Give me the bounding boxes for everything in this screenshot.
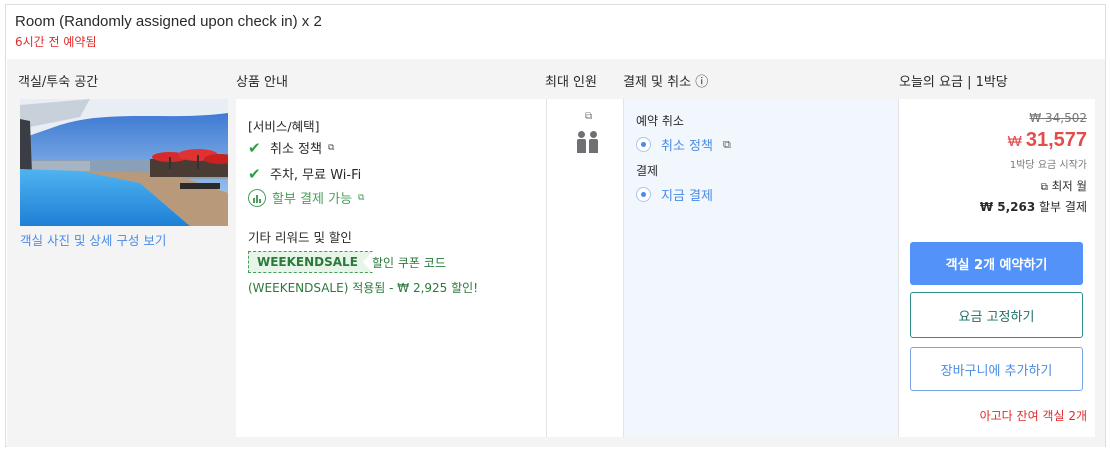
room-photo[interactable] — [20, 99, 228, 226]
original-price: ₩ 34,502 — [1029, 111, 1087, 125]
payment-cancel-panel: 예약 취소 취소 정책 ⧉ 결제 지금 결제 — [623, 99, 898, 437]
installment-amount: ₩ 5,263 — [979, 200, 1036, 214]
person-icon — [577, 131, 586, 153]
lowest-label: 최저 월 — [1051, 179, 1087, 193]
benefit-label: 주차, 무료 Wi-Fi — [270, 168, 362, 183]
benefit-item: ✔ 주차, 무료 Wi-Fi — [248, 164, 362, 184]
installment-info: ₩ 5,263 할부 결제 — [980, 198, 1087, 215]
per-night-note: 1박당 요금 시작가 — [1009, 160, 1087, 171]
external-link-icon[interactable]: ⧉ — [1041, 182, 1048, 193]
occupancy-icons — [577, 131, 598, 153]
benefit-label[interactable]: 할부 결제 가능 — [272, 188, 352, 207]
check-icon: ✔ — [248, 138, 261, 157]
header-max-occupancy: 최대 인원 — [545, 75, 597, 90]
occupancy-panel: ⧉ — [546, 99, 623, 437]
cancel-policy-row[interactable]: 취소 정책 ⧉ — [636, 135, 731, 154]
cancel-policy-link[interactable]: 취소 정책 — [661, 135, 713, 154]
header-payment-cancel[interactable]: 결제 및 취소 ⓘ — [623, 71, 708, 90]
payment-heading: 결제 — [636, 164, 659, 178]
benefit-item: ✔ 취소 정책 ⧉ — [248, 138, 334, 158]
payment-option-label: 지금 결제 — [661, 189, 713, 204]
person-icon — [589, 131, 598, 153]
add-to-cart-button[interactable]: 장바구니에 추가하기 — [910, 347, 1083, 391]
price-value: 31,577 — [1025, 129, 1087, 151]
cancel-heading: 예약 취소 — [636, 114, 684, 128]
price-panel: ₩ 34,502 ₩31,577 1박당 요금 시작가 ⧉ 최저 월 ₩ 5,2… — [898, 99, 1095, 437]
recently-booked-note: 6시간 전 예약됨 — [15, 35, 97, 49]
room-offer-card: Room (Randomly assigned upon check in) x… — [5, 4, 1106, 447]
radio-icon — [636, 187, 651, 202]
lowest-monthly[interactable]: ⧉ 최저 월 — [1041, 178, 1087, 194]
external-link-icon[interactable]: ⧉ — [723, 138, 731, 152]
room-title: Room (Randomly assigned upon check in) x… — [15, 13, 322, 30]
current-price: ₩31,577 — [1008, 129, 1087, 152]
lock-price-button[interactable]: 요금 고정하기 — [910, 292, 1083, 338]
installment-icon — [248, 188, 266, 207]
currency-symbol: ₩ — [1007, 133, 1022, 150]
product-info-panel: [서비스/혜택] ✔ 취소 정책 ⧉ ✔ 주차, 무료 Wi-Fi 할부 결제 … — [236, 99, 546, 437]
header-today-price: 오늘의 요금 | 1박당 — [899, 75, 1008, 90]
payment-option-row[interactable]: 지금 결제 — [636, 185, 713, 204]
book-button[interactable]: 객실 2개 예약하기 — [910, 242, 1083, 285]
radio-icon — [636, 137, 651, 152]
header-room-type: 객실/투숙 공간 — [18, 75, 99, 90]
check-icon: ✔ — [248, 164, 261, 183]
external-link-icon[interactable]: ⧉ — [358, 193, 364, 203]
benefit-label[interactable]: 취소 정책 — [270, 138, 322, 157]
header-product-info: 상품 안내 — [236, 75, 288, 90]
benefits-heading: [서비스/혜택] — [248, 119, 320, 134]
coupon-code-badge: WEEKENDSALE — [248, 251, 373, 273]
coupon-applied-text: (WEEKENDSALE) 적용됨 - ₩ 2,925 할인! — [248, 281, 479, 295]
external-link-icon[interactable]: ⧉ — [328, 143, 334, 153]
rewards-heading: 기타 리워드 및 할인 — [248, 230, 352, 245]
room-photos-link[interactable]: 객실 사진 및 상세 구성 보기 — [20, 230, 166, 249]
external-link-icon[interactable]: ⧉ — [585, 111, 592, 122]
rooms-left-note: 아고다 잔여 객실 2개 — [979, 409, 1087, 423]
coupon-label: 할인 쿠폰 코드 — [372, 256, 446, 270]
benefit-item: 할부 결제 가능 ⧉ — [248, 188, 364, 207]
rooftop-pool-image — [20, 99, 228, 226]
installment-label: 할부 결제 — [1039, 200, 1087, 214]
